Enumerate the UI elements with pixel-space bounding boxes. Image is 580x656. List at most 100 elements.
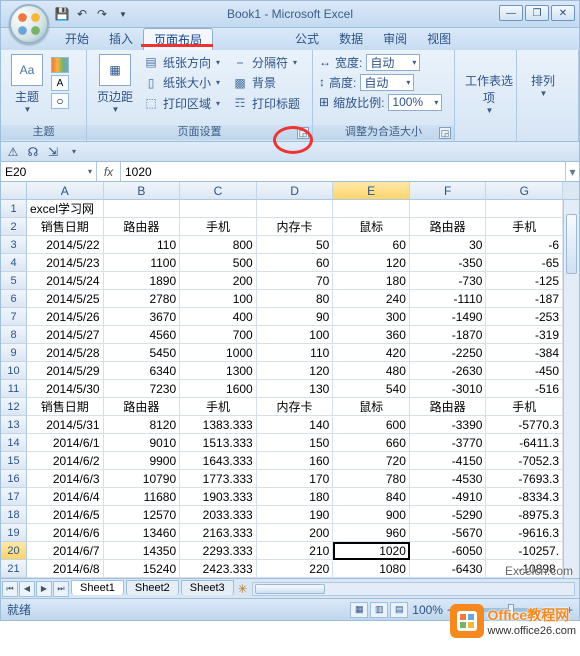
- cell[interactable]: -253: [486, 308, 563, 326]
- row-header-5[interactable]: 5: [1, 272, 27, 290]
- cell[interactable]: 90: [257, 308, 334, 326]
- breaks-button[interactable]: ⎯分隔符▾: [232, 52, 300, 72]
- col-header-B[interactable]: B: [104, 182, 181, 200]
- cell[interactable]: -3390: [410, 416, 487, 434]
- cell[interactable]: -8334.3: [486, 488, 563, 506]
- cell[interactable]: 220: [257, 560, 334, 578]
- cell[interactable]: -3010: [410, 380, 487, 398]
- cell[interactable]: 1020: [333, 542, 410, 560]
- col-header-G[interactable]: G: [486, 182, 563, 200]
- cell[interactable]: -3770: [410, 434, 487, 452]
- cell[interactable]: 960: [333, 524, 410, 542]
- cell[interactable]: 900: [333, 506, 410, 524]
- cell[interactable]: 4560: [104, 326, 181, 344]
- cell[interactable]: -5290: [410, 506, 487, 524]
- scale-launcher[interactable]: ◲: [439, 127, 451, 139]
- row-header-4[interactable]: 4: [1, 254, 27, 272]
- cell[interactable]: 180: [257, 488, 334, 506]
- cell[interactable]: -6430: [410, 560, 487, 578]
- tab-6[interactable]: 视图: [417, 28, 461, 50]
- zoom-out-button[interactable]: −: [447, 603, 454, 617]
- cell[interactable]: 300: [333, 308, 410, 326]
- sheet-prev-button[interactable]: ◀: [19, 581, 35, 597]
- cell[interactable]: 160: [257, 452, 334, 470]
- view-break-button[interactable]: ▤: [390, 602, 408, 618]
- cell[interactable]: 100: [180, 290, 257, 308]
- cell[interactable]: -65: [486, 254, 563, 272]
- vscroll-thumb[interactable]: [566, 214, 577, 274]
- minimize-button[interactable]: —: [499, 5, 523, 21]
- sheet-tab-Sheet1[interactable]: Sheet1: [71, 580, 124, 595]
- height-input[interactable]: 自动▾: [360, 74, 414, 91]
- cell[interactable]: 内存卡: [257, 398, 334, 416]
- formula-expand-icon[interactable]: ▾: [565, 162, 579, 181]
- tab-3[interactable]: 公式: [285, 28, 329, 50]
- cell[interactable]: 780: [333, 470, 410, 488]
- row-header-18[interactable]: 18: [1, 506, 27, 524]
- row-header-13[interactable]: 13: [1, 416, 27, 434]
- cell[interactable]: 手机: [180, 218, 257, 236]
- view-normal-button[interactable]: ▦: [350, 602, 368, 618]
- page-setup-launcher[interactable]: ◲: [297, 127, 309, 139]
- cell[interactable]: 800: [180, 236, 257, 254]
- row-header-12[interactable]: 12: [1, 398, 27, 416]
- cell[interactable]: 销售日期: [27, 218, 104, 236]
- save-icon[interactable]: 💾: [55, 7, 69, 21]
- office-button[interactable]: [9, 4, 49, 44]
- cell[interactable]: 11680: [104, 488, 181, 506]
- cell[interactable]: -9616.3: [486, 524, 563, 542]
- cell[interactable]: 360: [333, 326, 410, 344]
- cell[interactable]: 120: [257, 362, 334, 380]
- cell[interactable]: 1903.333: [180, 488, 257, 506]
- row-header-9[interactable]: 9: [1, 344, 27, 362]
- cell[interactable]: 700: [180, 326, 257, 344]
- cell[interactable]: 2014/6/5: [27, 506, 104, 524]
- sheet-tab-Sheet2[interactable]: Sheet2: [126, 580, 179, 595]
- cell[interactable]: 2423.333: [180, 560, 257, 578]
- theme-colors-button[interactable]: [51, 57, 69, 73]
- cell[interactable]: excel学习网: [27, 200, 104, 218]
- cell[interactable]: 5450: [104, 344, 181, 362]
- cell[interactable]: 6340: [104, 362, 181, 380]
- sheet-first-button[interactable]: ⏮: [2, 581, 18, 597]
- row-header-8[interactable]: 8: [1, 326, 27, 344]
- cell[interactable]: 14350: [104, 542, 181, 560]
- sheet-last-button[interactable]: ⏭: [53, 581, 69, 597]
- cell[interactable]: 110: [104, 236, 181, 254]
- undo-icon[interactable]: ↶: [75, 7, 89, 21]
- cell[interactable]: 2014/6/2: [27, 452, 104, 470]
- cell[interactable]: 鼠标: [333, 398, 410, 416]
- cell[interactable]: 120: [333, 254, 410, 272]
- cell[interactable]: 140: [257, 416, 334, 434]
- cell[interactable]: 480: [333, 362, 410, 380]
- cell[interactable]: 500: [180, 254, 257, 272]
- cell[interactable]: 420: [333, 344, 410, 362]
- cell[interactable]: 2014/6/4: [27, 488, 104, 506]
- cell[interactable]: 销售日期: [27, 398, 104, 416]
- sheet-next-button[interactable]: ▶: [36, 581, 52, 597]
- row-header-2[interactable]: 2: [1, 218, 27, 236]
- row-header-6[interactable]: 6: [1, 290, 27, 308]
- themes-button[interactable]: Aa 主题 ▼: [7, 52, 47, 114]
- vertical-scrollbar[interactable]: [563, 200, 579, 578]
- qat-dropdown-icon[interactable]: ▼: [116, 7, 130, 21]
- cell[interactable]: -7052.3: [486, 452, 563, 470]
- cell[interactable]: -1110: [410, 290, 487, 308]
- orientation-button[interactable]: ▤纸张方向▾: [143, 52, 220, 72]
- cell[interactable]: 840: [333, 488, 410, 506]
- cell[interactable]: 1513.333: [180, 434, 257, 452]
- cell[interactable]: 手机: [486, 218, 563, 236]
- cell[interactable]: -1490: [410, 308, 487, 326]
- row-header-17[interactable]: 17: [1, 488, 27, 506]
- cell[interactable]: 1300: [180, 362, 257, 380]
- cell[interactable]: 2014/6/3: [27, 470, 104, 488]
- theme-fonts-button[interactable]: A: [51, 75, 69, 91]
- cell[interactable]: -1870: [410, 326, 487, 344]
- hscroll-thumb[interactable]: [255, 584, 325, 594]
- cell[interactable]: [410, 200, 487, 218]
- cell[interactable]: -516: [486, 380, 563, 398]
- cell[interactable]: 240: [333, 290, 410, 308]
- cell[interactable]: 2014/5/22: [27, 236, 104, 254]
- cell[interactable]: 2014/6/1: [27, 434, 104, 452]
- row-header-7[interactable]: 7: [1, 308, 27, 326]
